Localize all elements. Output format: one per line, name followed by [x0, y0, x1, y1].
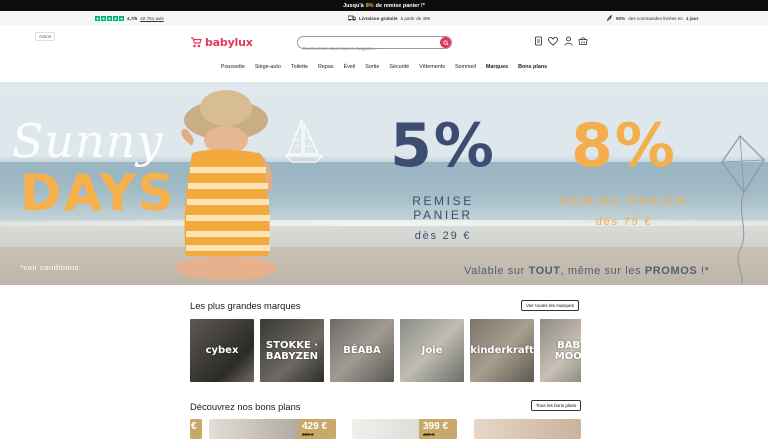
search-input[interactable]: [303, 44, 438, 55]
deal-price: 399 €: [423, 421, 449, 432]
logo[interactable]: babylux: [190, 36, 253, 49]
shipping-info: Livraison gratuite à partir de 49€: [348, 14, 430, 22]
nav-item-poussette[interactable]: Poussette: [221, 64, 245, 74]
baby-illustration: [176, 90, 276, 280]
dispatch-bold: 93%: [616, 15, 626, 21]
offer-1-percent: 5%: [390, 111, 496, 181]
valable-mid: , même sur les: [560, 265, 642, 277]
brand-card[interactable]: kinderkraft: [470, 319, 534, 382]
promo-bar: Jusqu'à 8% de remise panier !*: [0, 0, 768, 11]
brand-name: kinderkraft: [470, 345, 534, 356]
offer-8-percent: 8% REMISE PANIER dès 79 €: [558, 116, 690, 228]
search-bar: [297, 36, 452, 55]
valable-prefix: Valable sur: [464, 265, 525, 277]
offer-2-percent: 8%: [571, 111, 677, 181]
nav-item-toilette[interactable]: Toilette: [291, 64, 308, 74]
price-tag: 429 € 399 €: [298, 419, 336, 439]
nav-item-marques[interactable]: Marques: [486, 64, 508, 74]
brand-card[interactable]: Joie: [400, 319, 464, 382]
promo-prefix: Jusqu'à: [343, 2, 364, 9]
offer-1-label: REMISE PANIER: [412, 194, 474, 222]
offer-2-label: REMISE PANIER: [560, 194, 688, 208]
sailboat-drawing: [284, 119, 324, 163]
brand-card[interactable]: BABY MOOV: [540, 319, 581, 382]
rocket-icon: [606, 14, 613, 21]
valable-text: Valable sur TOUT, même sur les PROMOS !*: [464, 265, 710, 277]
all-deals-button[interactable]: Tous les bons plans: [531, 400, 582, 411]
deal-card[interactable]: [474, 419, 581, 439]
truck-icon: [348, 15, 356, 21]
deal-old-price: 449 €: [423, 432, 435, 437]
trustpilot-rating[interactable]: ★ ★ ★ ★ ★ 4,7/5 42 751 avis: [95, 14, 164, 22]
nav-item-repas[interactable]: Repas: [318, 64, 334, 74]
brand-card[interactable]: STOKKE · BABYZEN: [260, 319, 324, 382]
valable-bold-tout: TOUT: [528, 265, 561, 277]
trustpilot-stars-icon: ★ ★ ★ ★ ★: [95, 15, 124, 21]
nav-item-sommeil[interactable]: Sommeil: [455, 64, 476, 74]
deal-old-price: 399 €: [302, 432, 314, 437]
dispatch-mid: des commandes livrées en: [628, 15, 683, 21]
cart-list-icon[interactable]: [533, 36, 543, 46]
offer-2-threshold: dès 79 €: [595, 216, 653, 228]
offer-5-percent: 5% REMISE PANIER dès 29 €: [380, 116, 506, 242]
header-icons: [533, 36, 588, 46]
heart-icon[interactable]: [548, 36, 558, 46]
view-all-brands-button[interactable]: Voir toutes les marques: [521, 300, 580, 311]
deals-section-title: Découvrez nos bons plans: [190, 401, 301, 412]
kite-drawing: [721, 135, 765, 284]
hero-big-title: DAYS: [20, 164, 176, 222]
valable-suffix: !*: [700, 265, 710, 277]
main-navigation: Poussette Siège-auto Toilette Repas Éveil Sor…: [0, 64, 768, 74]
brand-name: STOKKE · BABYZEN: [265, 339, 319, 362]
brands-section-title: Les plus grandes marques: [190, 300, 301, 311]
price-tag: €: [190, 419, 202, 439]
brands-carousel: cybex STOKKE · BABYZEN BÉABA Joie kinderkraf…: [190, 319, 581, 382]
admin-action-badge[interactable]: Action: [35, 32, 56, 41]
reviews-link[interactable]: 42 751 avis: [140, 16, 164, 21]
offer-1-threshold: dès 29 €: [414, 230, 472, 242]
nav-item-bons-plans[interactable]: Bons plans: [518, 64, 547, 74]
brand-name: BÉABA: [343, 345, 381, 356]
nav-item-siège-auto[interactable]: Siège-auto: [255, 64, 281, 74]
promo-suffix: de remise panier !*: [375, 2, 425, 9]
brand-card[interactable]: BÉABA: [330, 319, 394, 382]
brand-name: Joie: [421, 345, 443, 356]
dispatch-info: 93% des commandes livrées en 1 jour: [606, 14, 698, 22]
search-button[interactable]: [440, 37, 451, 48]
valable-bold-promos: PROMOS: [644, 265, 698, 277]
hero-script-title: Sunny: [12, 114, 164, 168]
nav-item-vêtements[interactable]: Vêtements: [419, 64, 445, 74]
price-tag: 399 € 449 €: [419, 419, 457, 439]
hero-banner[interactable]: Sunny DAYS *voir conditions 5% REMISE PA…: [0, 82, 768, 285]
nav-item-sortie[interactable]: Sortie: [365, 64, 379, 74]
nav-item-sécurité[interactable]: Sécurité: [389, 64, 409, 74]
promo-highlight: 8%: [365, 2, 374, 9]
shipping-bold: Livraison gratuite: [359, 15, 398, 21]
dispatch-end: 1 jour: [685, 15, 699, 21]
rating-value: 4,7/5: [127, 15, 138, 21]
deal-card[interactable]: €: [190, 419, 202, 439]
stroller-logo-icon: [191, 37, 202, 48]
basket-icon[interactable]: [578, 36, 588, 46]
brand-name: BABY MOOV: [554, 339, 581, 362]
search-icon: [442, 39, 449, 46]
brand-name: cybex: [205, 345, 239, 356]
deal-card[interactable]: 399 € 449 €: [352, 419, 457, 439]
shipping-rest: à partir de 49€: [400, 15, 431, 21]
brand-card[interactable]: cybex: [190, 319, 254, 382]
deal-card[interactable]: 429 € 399 €: [209, 419, 336, 439]
conditions-link[interactable]: *voir conditions: [20, 263, 79, 272]
nav-item-éveil[interactable]: Éveil: [344, 64, 356, 74]
deals-carousel: € 429 € 399 € 399 € 449 €: [190, 419, 581, 439]
trust-bar: ★ ★ ★ ★ ★ 4,7/5 42 751 avis Livraison gratui…: [0, 11, 768, 25]
logo-text: babylux: [205, 36, 253, 49]
user-icon[interactable]: [563, 36, 573, 46]
deal-price: 429 €: [302, 421, 328, 432]
